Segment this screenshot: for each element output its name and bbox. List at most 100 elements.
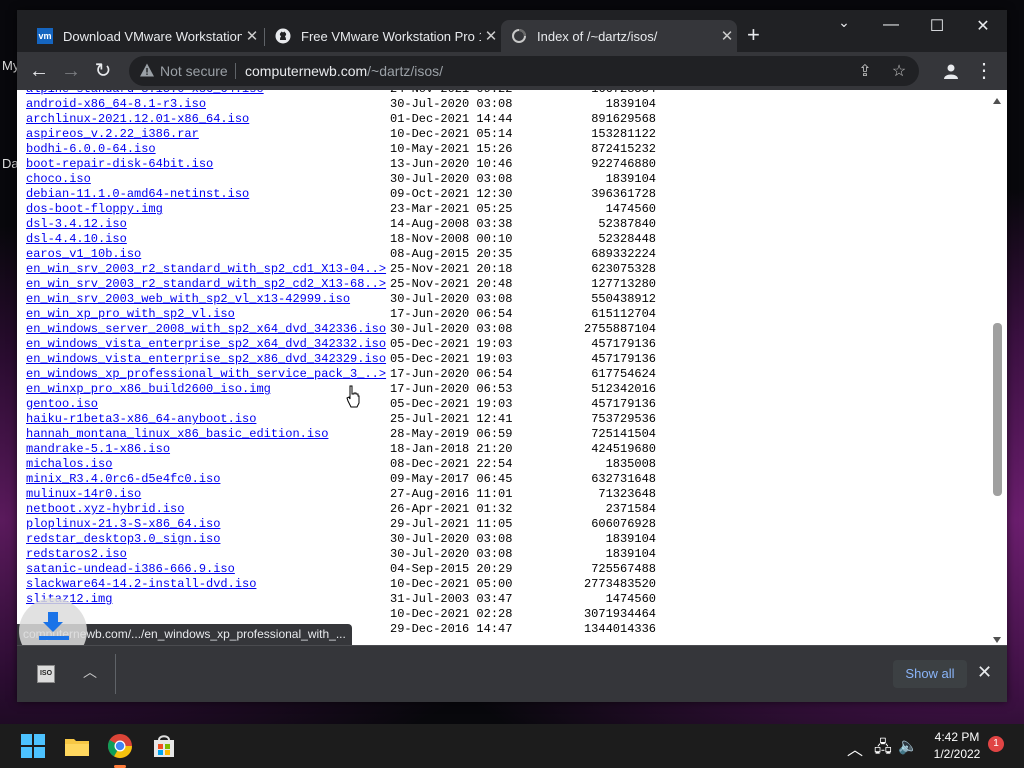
file-link[interactable]: en_windows_vista_enterprise_sp2_x86_dvd_… [26, 352, 386, 367]
share-icon[interactable]: ⇪ [855, 61, 875, 81]
file-link[interactable]: michalos.iso [26, 457, 112, 472]
clock[interactable]: 4:42 PM 1/2/2022 [922, 729, 992, 763]
file-date: 17-Jun-2020 06:54 [390, 367, 513, 381]
close-icon[interactable]: ✕ [242, 27, 262, 45]
chevron-up-icon[interactable]: ︿ [847, 736, 863, 760]
file-link[interactable]: boot-repair-disk-64bit.iso [26, 157, 213, 172]
file-link[interactable]: ploplinux-21.3-S-x86_64.iso [26, 517, 220, 532]
back-button[interactable]: ← [27, 59, 51, 83]
address-bar[interactable]: Not secure computernewb.com/~dartz/isos/… [129, 56, 919, 86]
file-link[interactable]: alpine-standard-3.15.0-x86_64.iso [26, 90, 264, 97]
vertical-scrollbar[interactable] [989, 90, 1007, 645]
tab-title: Download VMware Workstation [63, 28, 242, 44]
file-link[interactable]: en_win_srv_2003_r2_standard_with_sp2_cd2… [26, 277, 386, 292]
tab-search-icon[interactable]: ⌄ [829, 14, 859, 31]
scroll-down-arrow[interactable] [993, 637, 1001, 643]
file-link[interactable]: en_windows_xp_professional_with_service_… [26, 367, 386, 382]
chrome-icon[interactable] [106, 732, 134, 760]
file-date: 23-Mar-2021 05:25 [390, 202, 513, 216]
chevron-up-icon[interactable]: ︿ [83, 662, 97, 682]
windows-start-icon[interactable] [19, 732, 47, 760]
file-link[interactable]: android-x86_64-8.1-r3.iso [26, 97, 206, 112]
file-link[interactable]: en_windows_vista_enterprise_sp2_x64_dvd_… [26, 337, 386, 352]
file-link[interactable]: choco.iso [26, 172, 91, 187]
new-tab-button[interactable]: + [747, 24, 760, 46]
tab-index-isos[interactable]: Index of /~dartz/isos/ ✕ [501, 20, 737, 52]
file-link[interactable]: haiku-r1beta3-x86_64-anyboot.iso [26, 412, 256, 427]
file-date: 25-Nov-2021 20:48 [390, 277, 513, 291]
file-link[interactable]: gentoo.iso [26, 397, 98, 412]
file-explorer-icon[interactable] [63, 732, 91, 760]
file-link[interactable]: en_win_srv_2003_web_with_sp2_vl_x13-4299… [26, 292, 350, 307]
close-icon[interactable]: ✕ [717, 27, 737, 45]
file-link[interactable]: minix_R3.4.0rc6-d5e4fc0.iso [26, 472, 220, 487]
github-icon [275, 28, 291, 44]
file-link[interactable]: dsl-4.4.10.iso [26, 232, 127, 247]
volume-icon[interactable]: 🔈 [898, 736, 918, 756]
scrollbar-thumb[interactable] [993, 323, 1002, 496]
file-link[interactable]: en_windows_server_2008_with_sp2_x64_dvd_… [26, 322, 386, 337]
file-link[interactable]: aspireos_v.2.22_i386.rar [26, 127, 199, 142]
file-link[interactable]: mandrake-5.1-x86.iso [26, 442, 170, 457]
file-link[interactable]: mulinux-14r0.iso [26, 487, 141, 502]
file-size: 550438912 [591, 292, 656, 306]
list-item: haiku-r1beta3-x86_64-anyboot.iso 25-Jul-2… [26, 412, 726, 427]
list-item: bodhi-6.0.0-64.iso 10-May-2021 15:26 87241… [26, 142, 726, 157]
file-date: 10-May-2021 15:26 [390, 142, 513, 156]
file-date: 31-Jul-2003 03:47 [390, 592, 513, 606]
file-link[interactable]: earos_v1_10b.iso [26, 247, 141, 262]
file-link[interactable]: en_win_srv_2003_r2_standard_with_sp2_cd1… [26, 262, 386, 277]
iso-file-icon[interactable]: ISO [37, 665, 55, 683]
file-date: 08-Dec-2021 22:54 [390, 457, 513, 471]
file-date: 14-Aug-2008 03:38 [390, 217, 513, 231]
file-link[interactable]: dsl-3.4.12.iso [26, 217, 127, 232]
file-link[interactable]: slackware64-14.2-install-dvd.iso [26, 577, 256, 592]
list-item: slackware64-14.2-install-dvd.iso 10-Dec-2… [26, 577, 726, 592]
close-window-button[interactable]: ✕ [968, 16, 998, 36]
file-size: 922746880 [591, 157, 656, 171]
maximize-button[interactable]: ☐ [922, 16, 952, 36]
file-size: 457179136 [591, 352, 656, 366]
file-link[interactable]: netboot.xyz-hybrid.iso [26, 502, 184, 517]
list-item: en_windows_vista_enterprise_sp2_x86_dvd_… [26, 352, 726, 367]
file-date: 27-Aug-2016 11:01 [390, 487, 513, 501]
file-size: 632731648 [591, 472, 656, 486]
tab-vmware-download[interactable]: vm Download VMware Workstation ✕ [27, 20, 262, 52]
file-date: 30-Jul-2020 03:08 [390, 322, 513, 336]
file-link[interactable]: en_winxp_pro_x86_build2600_iso.img [26, 382, 271, 397]
file-size: 725567488 [591, 562, 656, 576]
file-date: 30-Jul-2020 03:08 [390, 97, 513, 111]
reload-button[interactable]: ↻ [91, 59, 115, 83]
close-download-bar-button[interactable]: ✕ [977, 662, 992, 683]
file-date: 29-Jul-2021 11:05 [390, 517, 513, 531]
minimize-button[interactable]: — [876, 16, 906, 34]
file-link[interactable]: redstar_desktop3.0_sign.iso [26, 532, 220, 547]
file-date: 10-Dec-2021 05:14 [390, 127, 513, 141]
security-label[interactable]: Not secure [160, 63, 228, 79]
file-link[interactable]: hannah_montana_linux_x86_basic_edition.i… [26, 427, 328, 442]
file-link[interactable]: satanic-undead-i386-666.9.iso [26, 562, 235, 577]
tab-vmware-github[interactable]: Free VMware Workstation Pro 16 ✕ [265, 20, 501, 52]
file-link[interactable]: en_win_xp_pro_with_sp2_vl.iso [26, 307, 235, 322]
list-item: en_win_xp_pro_with_sp2_vl.iso 17-Jun-2020… [26, 307, 726, 322]
bookmark-star-icon[interactable]: ☆ [889, 61, 909, 81]
file-link[interactable]: redstaros2.iso [26, 547, 127, 562]
notification-badge[interactable]: 1 [988, 736, 1004, 752]
list-item: boot-repair-disk-64bit.iso 13-Jun-2020 10… [26, 157, 726, 172]
menu-kebab-icon[interactable]: ⋮ [972, 59, 996, 83]
forward-button[interactable]: → [59, 59, 83, 83]
file-link[interactable]: bodhi-6.0.0-64.iso [26, 142, 156, 157]
scroll-up-arrow[interactable] [993, 98, 1001, 104]
file-size: 424519680 [591, 442, 656, 456]
url-text[interactable]: computernewb.com/~dartz/isos/ [245, 63, 443, 79]
store-icon[interactable] [150, 732, 178, 760]
file-link[interactable]: debian-11.1.0-amd64-netinst.iso [26, 187, 249, 202]
file-link[interactable]: archlinux-2021.12.01-x86_64.iso [26, 112, 249, 127]
profile-icon[interactable] [939, 59, 963, 83]
show-all-button[interactable]: Show all [893, 660, 967, 688]
file-link[interactable]: dos-boot-floppy.img [26, 202, 163, 217]
file-date: 10-Dec-2021 02:28 [390, 607, 513, 621]
network-icon[interactable]: 🖧 [874, 736, 892, 763]
list-item: 10-Dec-2021 02:28 3071934464 [26, 607, 726, 622]
close-icon[interactable]: ✕ [481, 27, 501, 45]
